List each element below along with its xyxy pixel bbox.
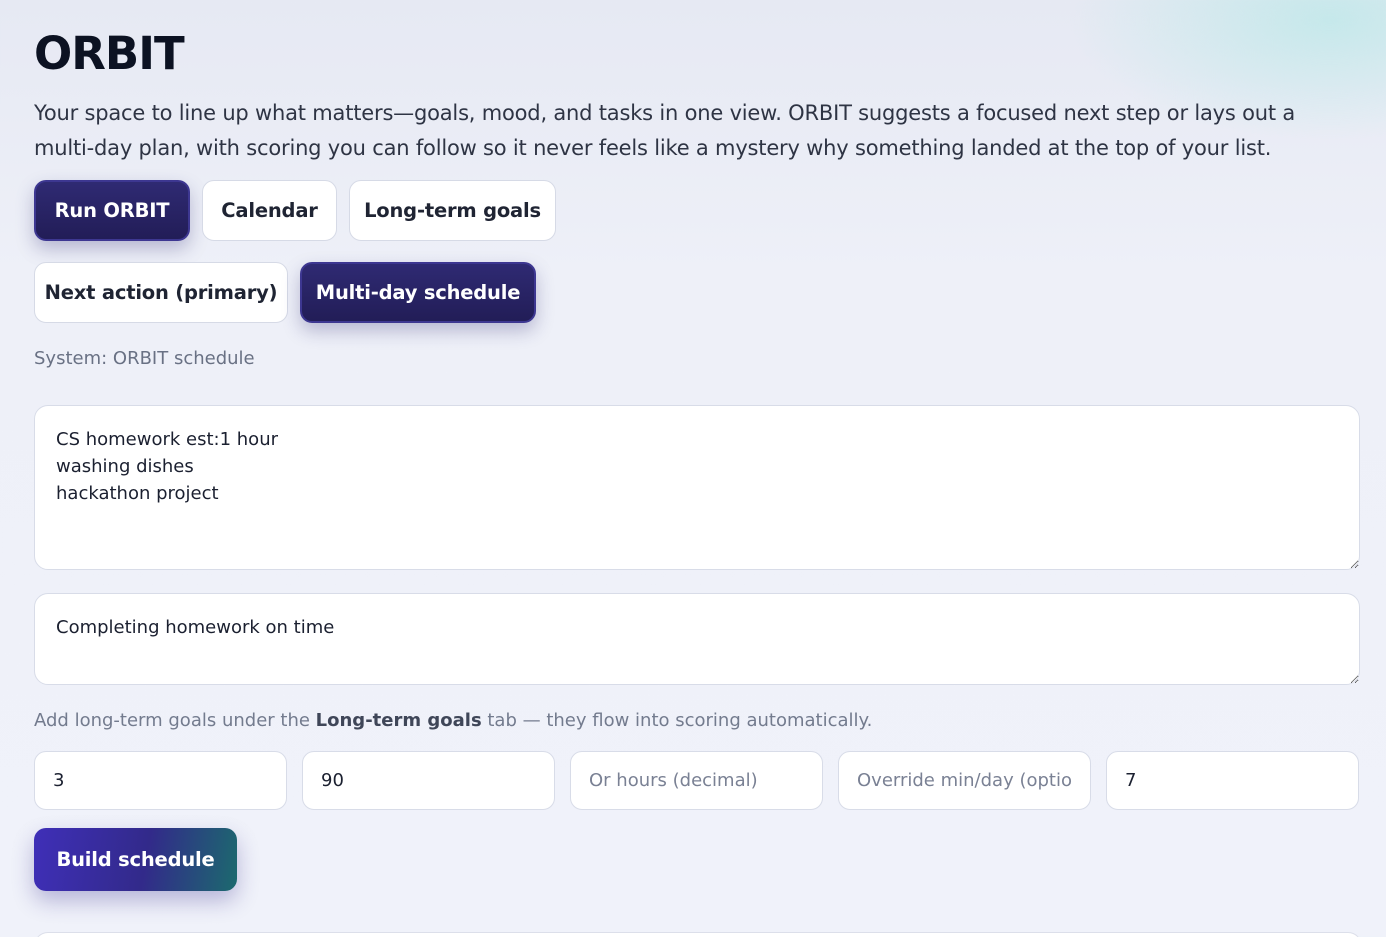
tab-long-term-goals[interactable]: Long-term goals (349, 180, 556, 241)
build-schedule-button[interactable]: Build schedule (34, 828, 237, 891)
goals-hint: Add long-term goals under the Long-term … (34, 710, 872, 731)
hint-bold: Long-term goals (315, 710, 482, 731)
intro-text: Your space to line up what matters—goals… (34, 101, 1296, 160)
tasks-textarea[interactable]: CS homework est:1 hour washing dishes ha… (34, 405, 1360, 570)
minutes-per-day-input[interactable] (302, 751, 555, 810)
hint-suffix: tab — they flow into scoring automatical… (481, 710, 873, 731)
hours-decimal-input[interactable] (570, 751, 823, 810)
page-title: ORBIT (34, 27, 185, 80)
hint-prefix: Add long-term goals under the (34, 710, 316, 731)
goal-textarea[interactable]: Completing homework on time (34, 593, 1360, 685)
max-tasks-input[interactable] (1106, 751, 1359, 810)
system-label: System: ORBIT schedule (34, 348, 255, 369)
tab-run-orbit[interactable]: Run ORBIT (34, 180, 190, 241)
tab-calendar[interactable]: Calendar (202, 180, 337, 241)
override-min-per-day-input[interactable] (838, 751, 1091, 810)
results-card (34, 932, 1362, 937)
days-input[interactable] (34, 751, 287, 810)
mode-multi-day-schedule[interactable]: Multi-day schedule (300, 262, 536, 323)
mode-next-action[interactable]: Next action (primary) (34, 262, 288, 323)
